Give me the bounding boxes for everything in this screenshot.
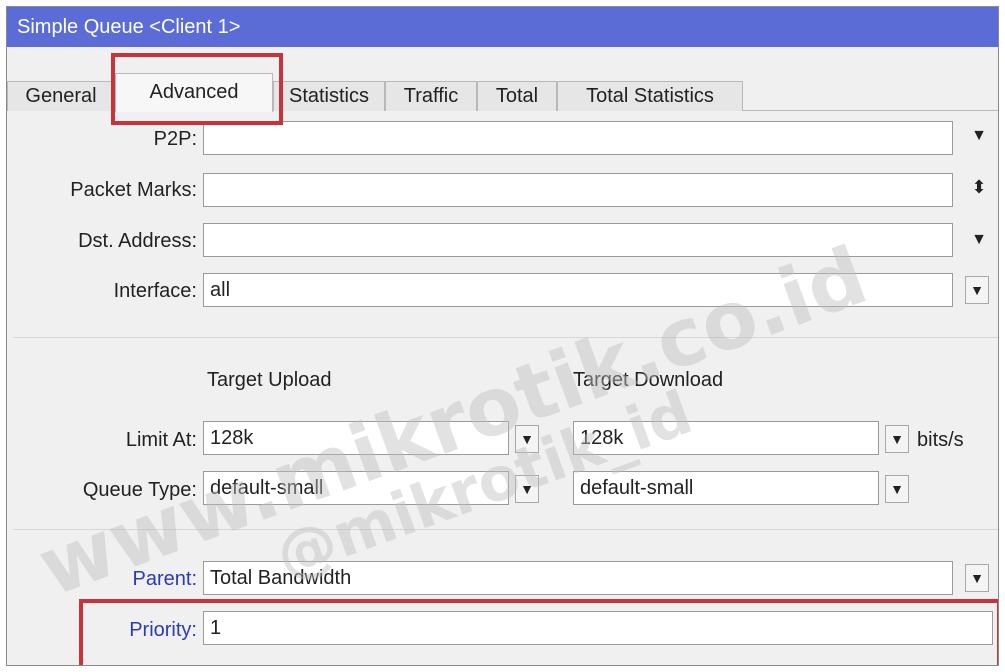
tab-total-statistics[interactable]: Total Statistics bbox=[557, 81, 743, 111]
queue-type-download-select-icon[interactable]: ▼ bbox=[885, 475, 909, 503]
queue-type-label: Queue Type: bbox=[82, 479, 197, 501]
limit-at-upload-select-icon[interactable]: ▼ bbox=[515, 425, 539, 453]
packet-marks-label: Packet Marks: bbox=[70, 179, 197, 201]
target-download-header: Target Download bbox=[573, 369, 724, 391]
tab-bar: General Advanced Statistics Traffic Tota… bbox=[7, 47, 998, 112]
tab-traffic[interactable]: Traffic bbox=[385, 81, 477, 111]
window-title: Simple Queue <Client 1> bbox=[7, 7, 998, 47]
tab-statistics[interactable]: Statistics bbox=[273, 81, 385, 111]
priority-label[interactable]: Priority: bbox=[7, 619, 197, 642]
limit-at-download-field[interactable]: 128k bbox=[573, 421, 879, 455]
p2p-label: P2P: bbox=[153, 128, 197, 150]
limit-at-upload-field[interactable]: 128k bbox=[203, 421, 509, 455]
section-divider bbox=[13, 337, 998, 338]
target-upload-header: Target Upload bbox=[207, 369, 332, 391]
dst-address-label: Dst. Address: bbox=[78, 230, 197, 252]
interface-select-icon[interactable]: ▼ bbox=[965, 276, 989, 304]
p2p-field[interactable] bbox=[203, 121, 953, 155]
p2p-dropdown-icon[interactable]: ▼ bbox=[965, 127, 993, 145]
interface-field[interactable]: all bbox=[203, 273, 953, 307]
tab-advanced[interactable]: Advanced bbox=[115, 73, 273, 112]
limit-at-label: Limit At: bbox=[125, 429, 197, 451]
queue-type-upload-select-icon[interactable]: ▼ bbox=[515, 475, 539, 503]
queue-type-upload-field[interactable]: default-small bbox=[203, 471, 509, 505]
priority-field[interactable]: 1 bbox=[203, 611, 993, 645]
simple-queue-window: Simple Queue <Client 1> General Advanced… bbox=[6, 6, 999, 666]
limit-at-download-select-icon[interactable]: ▼ bbox=[885, 425, 909, 453]
tab-total[interactable]: Total bbox=[477, 81, 557, 111]
section-divider-2 bbox=[13, 529, 998, 530]
dst-address-field[interactable] bbox=[203, 223, 953, 257]
queue-type-download-field[interactable]: default-small bbox=[573, 471, 879, 505]
limit-at-units: bits/s bbox=[917, 429, 964, 451]
tab-general[interactable]: General bbox=[7, 81, 115, 111]
packet-marks-field[interactable] bbox=[203, 173, 953, 207]
interface-label: Interface: bbox=[113, 280, 197, 302]
up-down-spinner-icon[interactable]: ⬍ bbox=[965, 177, 993, 198]
parent-select-icon[interactable]: ▼ bbox=[965, 564, 989, 592]
dst-address-dropdown-icon[interactable]: ▼ bbox=[965, 231, 993, 249]
parent-field[interactable]: Total Bandwidth bbox=[203, 561, 953, 595]
parent-label[interactable]: Parent: bbox=[7, 568, 197, 591]
